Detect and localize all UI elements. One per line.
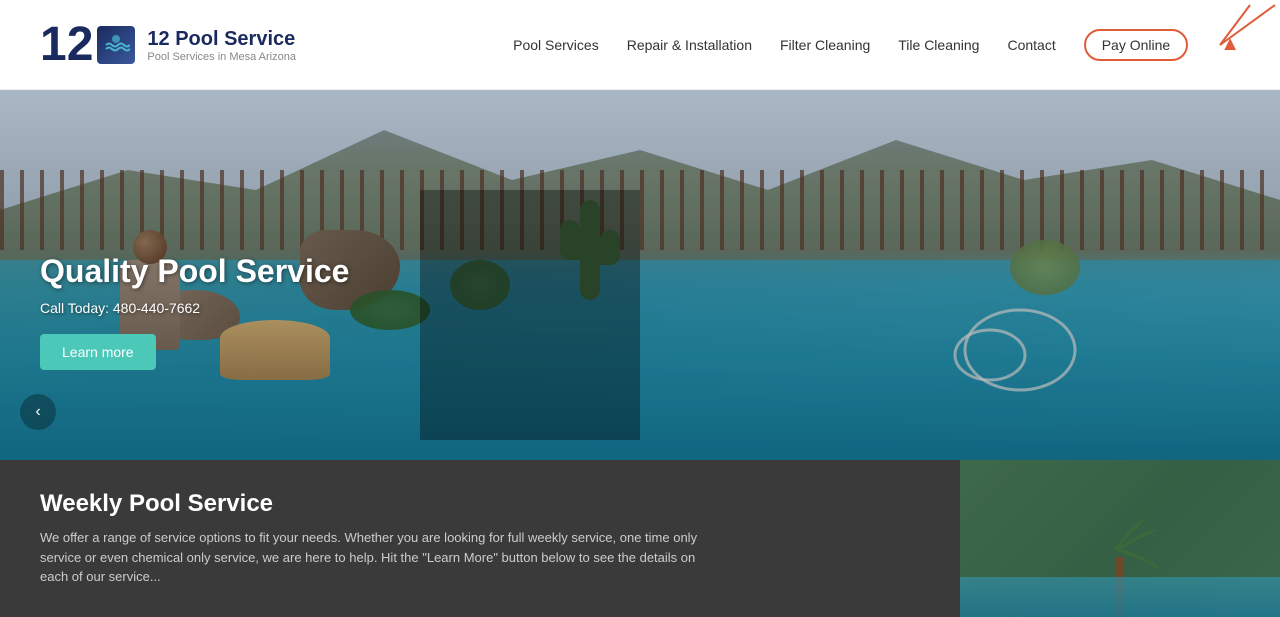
hero-title: Quality Pool Service xyxy=(40,253,349,290)
nav-contact[interactable]: Contact xyxy=(1007,37,1055,53)
logo-text: 12 Pool Service Pool Services in Mesa Ar… xyxy=(147,27,296,63)
bottom-pool-water xyxy=(960,577,1280,617)
left-arrow-icon: ‹ xyxy=(35,403,40,421)
main-nav: Pool Services Repair & Installation Filt… xyxy=(513,29,1240,61)
brand-name: 12 Pool Service xyxy=(147,27,296,51)
nav-repair-installation[interactable]: Repair & Installation xyxy=(627,37,752,53)
alert-triangle-icon: ▲ xyxy=(1220,33,1240,56)
hero-section: Quality Pool Service Call Today: 480-440… xyxy=(0,90,1280,460)
logo-emblem xyxy=(97,26,135,64)
bottom-service-image xyxy=(960,460,1280,617)
nav-filter-cleaning[interactable]: Filter Cleaning xyxy=(780,37,870,53)
weekly-service-text: We offer a range of service options to f… xyxy=(40,528,720,587)
pool-wave-icon xyxy=(102,31,130,59)
logo-icon: 12 xyxy=(40,21,135,69)
logo-number: 12 xyxy=(40,21,93,69)
learn-more-button[interactable]: Learn more xyxy=(40,334,156,370)
header: 12 12 Pool Service Pool Services in Mesa… xyxy=(0,0,1280,90)
hero-phone: Call Today: 480-440-7662 xyxy=(40,300,349,316)
nav-pool-services[interactable]: Pool Services xyxy=(513,37,599,53)
hero-prev-arrow[interactable]: ‹ xyxy=(20,394,56,430)
bottom-content: Weekly Pool Service We offer a range of … xyxy=(0,460,960,617)
logo-area: 12 12 Pool Service Pool Services in Mesa… xyxy=(40,21,296,69)
nav-tile-cleaning[interactable]: Tile Cleaning xyxy=(898,37,979,53)
brand-subtitle: Pool Services in Mesa Arizona xyxy=(147,51,296,63)
pay-online-button[interactable]: Pay Online xyxy=(1084,29,1188,61)
hero-content: Quality Pool Service Call Today: 480-440… xyxy=(40,253,349,370)
bottom-section: Weekly Pool Service We offer a range of … xyxy=(0,460,1280,617)
weekly-service-title: Weekly Pool Service xyxy=(40,490,920,518)
